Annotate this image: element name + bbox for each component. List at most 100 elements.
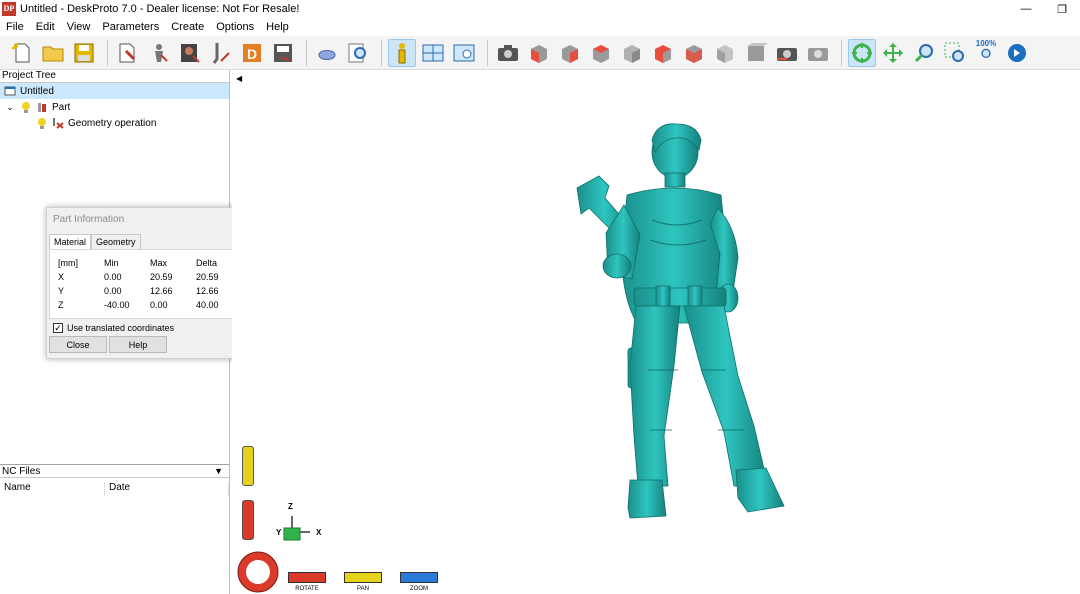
zoom-control-bar[interactable] — [400, 572, 438, 583]
row-max: 12.66 — [150, 286, 173, 296]
dimensions-table: [mm] Min Max Delta X 0.00 20.59 20.59 Y … — [58, 256, 242, 312]
camera-gray-icon — [808, 47, 828, 61]
lightbulb-icon[interactable] — [36, 117, 48, 129]
vertical-rotate-indicator[interactable] — [242, 500, 254, 540]
toolbar-separator — [381, 39, 382, 66]
rotate-button[interactable] — [848, 38, 876, 67]
lightbulb-icon[interactable] — [20, 101, 32, 113]
zoom-window-button[interactable] — [941, 39, 969, 67]
import-part-icon — [119, 43, 136, 62]
tab-geometry[interactable]: Geometry — [91, 234, 141, 249]
export-button[interactable] — [269, 39, 297, 67]
rotate-control-bar[interactable] — [288, 572, 326, 583]
zoom-100-label: 100% — [975, 38, 997, 48]
vertical-zoom-indicator[interactable] — [242, 446, 254, 486]
shape-icon — [318, 49, 336, 60]
toolbar-separator — [306, 39, 307, 66]
3d-viewport[interactable]: ◀ Z Y X ROTATE PAN ZOOM — [232, 70, 1080, 594]
camera-2-button[interactable] — [773, 39, 801, 67]
menu-create[interactable]: Create — [165, 21, 210, 33]
grid-view-button[interactable] — [419, 39, 447, 67]
view-bottom-button[interactable] — [680, 39, 708, 67]
screen-view-button[interactable] — [450, 39, 478, 67]
rotate-dial[interactable] — [236, 550, 280, 594]
restore-button[interactable]: ❐ — [1044, 0, 1080, 18]
help-button[interactable]: Help — [109, 336, 167, 353]
tool-button[interactable] — [207, 39, 235, 67]
view-front-button[interactable] — [525, 39, 553, 67]
tree-item-part[interactable]: ⌄ Part — [0, 99, 229, 115]
toolbar-separator — [841, 39, 842, 66]
cutter-button[interactable] — [176, 39, 204, 67]
nc-files-header[interactable]: NC Files ▼ — [0, 464, 229, 478]
pan-icon — [883, 42, 903, 63]
tab-material[interactable]: Material — [49, 234, 92, 249]
table-row: Y 0.00 12.66 12.66 — [58, 284, 242, 298]
menu-help[interactable]: Help — [260, 21, 295, 33]
zoom-in-button[interactable] — [910, 39, 938, 67]
table-header-row: [mm] Min Max Delta — [58, 256, 242, 270]
magnify-button[interactable] — [344, 39, 372, 67]
part-icon — [36, 101, 48, 113]
dialog-title: Part Information — [53, 213, 125, 225]
view-gray-button[interactable] — [742, 39, 770, 67]
toolbar: D 100% — [0, 36, 1080, 70]
new-file-button[interactable] — [8, 39, 36, 67]
info-icon — [398, 42, 406, 63]
figure-icon — [155, 43, 168, 62]
camera-button[interactable] — [494, 39, 522, 67]
zoom-window-icon — [944, 42, 964, 62]
menu-options[interactable]: Options — [210, 21, 260, 33]
minimize-button[interactable]: — — [1008, 0, 1044, 18]
pan-control-bar[interactable] — [344, 572, 382, 583]
open-button[interactable] — [39, 39, 67, 67]
chevron-down-icon[interactable]: ⌄ — [4, 101, 16, 113]
menu-view[interactable]: View — [61, 21, 97, 33]
view-top-button[interactable] — [649, 39, 677, 67]
pan-button[interactable] — [879, 39, 907, 67]
translated-coordinates-option[interactable]: ✓ Use translated coordinates — [53, 323, 249, 333]
save-button[interactable] — [70, 39, 98, 67]
view-right-button[interactable] — [618, 39, 646, 67]
view-back-button[interactable] — [556, 39, 584, 67]
shape-button[interactable] — [313, 39, 341, 67]
cube-right-icon — [624, 44, 640, 63]
menu-edit[interactable]: Edit — [30, 21, 61, 33]
3d-model[interactable] — [232, 70, 1080, 594]
close-button[interactable]: Close — [49, 336, 107, 353]
d-button[interactable]: D — [238, 39, 266, 67]
camera-3-button[interactable] — [804, 39, 832, 67]
tree-item-geometry-operation[interactable]: Geometry operation — [0, 115, 229, 131]
row-axis: Z — [58, 300, 64, 310]
menu-parameters[interactable]: Parameters — [96, 21, 165, 33]
screen-icon — [453, 44, 475, 61]
column-date[interactable]: Date — [105, 482, 229, 496]
tree-item-label: Geometry operation — [68, 117, 157, 129]
grid-icon — [422, 44, 444, 61]
folder-icon — [42, 46, 64, 61]
title-bar: DP Untitled - DeskProto 7.0 - Dealer lic… — [0, 0, 1080, 18]
window-title: Untitled - DeskProto 7.0 - Dealer licens… — [20, 3, 300, 15]
import-part-button[interactable] — [114, 39, 142, 67]
nc-files-columns: Name Date — [0, 482, 229, 496]
tree-item-untitled[interactable]: Untitled — [0, 83, 229, 99]
view-iso-button[interactable] — [711, 39, 739, 67]
next-button[interactable] — [1003, 39, 1031, 67]
project-icon — [4, 85, 16, 97]
checkbox-label: Use translated coordinates — [67, 323, 175, 333]
zoom-in-icon — [914, 43, 933, 62]
translated-coordinates-checkbox[interactable]: ✓ — [53, 323, 63, 333]
column-name[interactable]: Name — [0, 482, 105, 496]
info-button[interactable] — [388, 38, 416, 67]
menu-file[interactable]: File — [0, 21, 30, 33]
camera-icon — [498, 44, 518, 61]
nc-files-title: NC Files — [2, 466, 41, 477]
dropdown-arrow-icon[interactable]: ▼ — [214, 465, 223, 478]
view-left-button[interactable] — [587, 39, 615, 67]
window-controls: — ❐ — [1008, 0, 1080, 18]
toolbar-separator — [107, 39, 108, 66]
import-2-button[interactable] — [145, 39, 173, 67]
zoom-100-button[interactable]: 100% — [972, 39, 1000, 67]
camera-arrow-icon — [777, 47, 797, 61]
cube-bottom-icon — [686, 44, 702, 63]
